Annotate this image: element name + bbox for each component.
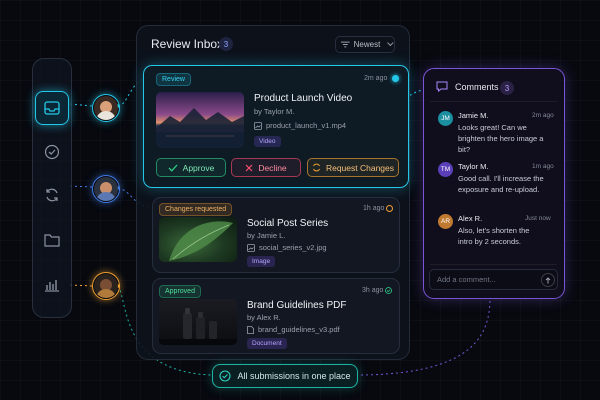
- reviewer-avatar-1[interactable]: [92, 94, 120, 122]
- sort-label: Newest: [353, 40, 381, 49]
- check-icon: [168, 164, 178, 172]
- file-name: social_series_v2.jpg: [259, 243, 327, 252]
- filter-icon: [341, 41, 350, 48]
- item-time: 2m ago: [364, 75, 388, 82]
- bar-chart-icon: [45, 280, 59, 292]
- commenter-avatar: AR: [438, 214, 453, 229]
- item-title: Product Launch Video: [254, 93, 353, 104]
- inbox-icon: [44, 101, 60, 115]
- item-time: 3h ago: [362, 287, 384, 294]
- comment-time: 1m ago: [532, 163, 554, 170]
- comments-title: Comments: [455, 82, 499, 92]
- check-circle-icon: [219, 370, 232, 382]
- item-author: by Jamie L.: [247, 231, 286, 240]
- document-thumbnail[interactable]: [159, 299, 237, 345]
- folder-icon: [44, 234, 60, 247]
- file-name: brand_guidelines_v3.pdf: [258, 325, 340, 334]
- decline-label: Decline: [258, 162, 287, 173]
- comments-panel: Comments 3 JM Jamie M. 2m ago Looks grea…: [423, 68, 565, 299]
- inbox-count-badge: 3: [219, 37, 233, 51]
- item-time: 1h ago: [363, 205, 385, 212]
- status-badge: Approved: [159, 285, 201, 298]
- divider: [430, 101, 557, 102]
- chevron-down-icon: [387, 42, 394, 47]
- image-file-icon: [247, 243, 255, 252]
- refresh-icon: [313, 163, 320, 172]
- nav-revisions-button[interactable]: [36, 179, 68, 211]
- review-item-card[interactable]: Changes requested 1h ago Social Post Ser…: [152, 197, 400, 273]
- page-title: Review Inbox: [151, 37, 224, 51]
- comment-text: Also, let's shorten the intro by 2 secon…: [458, 226, 530, 246]
- sort-dropdown[interactable]: Newest: [335, 36, 395, 53]
- item-file[interactable]: brand_guidelines_v3.pdf: [247, 325, 340, 334]
- review-item-card[interactable]: Approved 3h ago Brand Guidelines PDF by …: [152, 278, 400, 354]
- image-thumbnail[interactable]: [159, 217, 237, 262]
- nav-approvals-button[interactable]: [36, 136, 68, 168]
- commenter-avatar: JM: [438, 111, 453, 126]
- decline-button[interactable]: Decline: [231, 158, 301, 177]
- approved-check-icon: [385, 287, 392, 294]
- item-author: by Alex R.: [247, 313, 281, 322]
- request-changes-button[interactable]: Request Changes: [307, 158, 399, 177]
- commenter-name: Alex R.: [458, 214, 483, 223]
- reviewer-avatar-2[interactable]: [92, 175, 120, 203]
- image-file-icon: [254, 121, 262, 130]
- comment-input-placeholder: Add a comment...: [437, 275, 496, 284]
- comment-text: Looks great! Can we brighten the hero im…: [458, 123, 544, 154]
- unread-indicator: [392, 75, 399, 82]
- status-badge: Changes requested: [159, 203, 233, 216]
- type-tag: Video: [254, 136, 281, 147]
- request-changes-label: Request Changes: [325, 162, 395, 173]
- footer-label: All submissions in one place: [237, 371, 351, 381]
- comment-time: 2m ago: [532, 112, 554, 119]
- nav-analytics-button[interactable]: [36, 269, 68, 301]
- review-item-card[interactable]: Review 2m ago Product Launch Video by Ta…: [143, 65, 409, 188]
- commenter-avatar: TM: [438, 162, 453, 177]
- commenter-name: Taylor M.: [458, 162, 489, 171]
- item-author: by Taylor M.: [254, 107, 295, 116]
- item-file[interactable]: social_series_v2.jpg: [247, 243, 327, 252]
- send-comment-button[interactable]: [541, 273, 555, 287]
- item-title: Social Post Series: [247, 218, 329, 229]
- type-tag: Image: [247, 256, 276, 267]
- status-badge: Review: [156, 73, 191, 86]
- reviewer-avatar-3[interactable]: [92, 272, 120, 300]
- comment-bubble-icon: [436, 81, 448, 92]
- comment-input[interactable]: Add a comment...: [429, 269, 558, 290]
- divider: [430, 264, 557, 265]
- approve-label: Approve: [182, 162, 215, 173]
- video-thumbnail[interactable]: [156, 92, 244, 148]
- status-dot: [386, 205, 393, 212]
- approve-button[interactable]: Approve: [156, 158, 226, 177]
- comment-text: Good call. I'll increase the exposure an…: [458, 174, 544, 194]
- arrow-up-icon: [545, 276, 551, 283]
- check-circle-icon: [44, 144, 60, 160]
- commenter-name: Jamie M.: [458, 111, 489, 120]
- document-file-icon: [247, 325, 254, 334]
- refresh-icon: [46, 188, 58, 202]
- comments-count-badge: 3: [500, 81, 514, 95]
- close-icon: [245, 164, 253, 171]
- item-title: Brand Guidelines PDF: [247, 300, 347, 311]
- comment-time: Just now: [525, 215, 551, 222]
- type-tag: Document: [247, 338, 287, 349]
- left-nav-rail: [32, 58, 72, 318]
- item-file[interactable]: product_launch_v1.mp4: [254, 121, 346, 130]
- file-name: product_launch_v1.mp4: [266, 121, 347, 130]
- footer-banner: All submissions in one place: [212, 364, 358, 388]
- nav-files-button[interactable]: [36, 224, 68, 256]
- nav-inbox-button[interactable]: [35, 91, 69, 125]
